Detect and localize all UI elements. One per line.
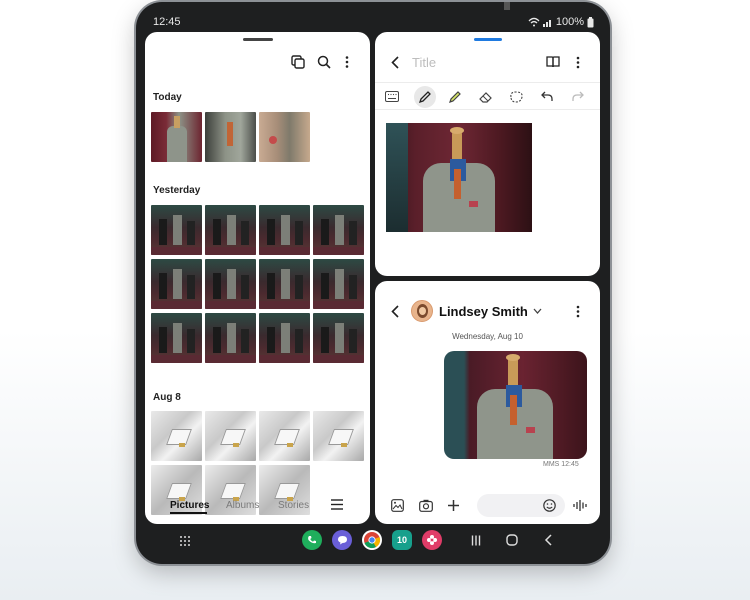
photo-thumbnail[interactable]: [205, 411, 256, 461]
home-icon[interactable]: [506, 534, 518, 546]
app-drawer-icon[interactable]: [179, 535, 191, 547]
contact-name[interactable]: Lindsey Smith: [439, 304, 528, 319]
split-divider-handle[interactable]: [482, 276, 492, 289]
tab-albums[interactable]: Albums: [226, 500, 259, 511]
photo-thumbnail[interactable]: [259, 411, 310, 461]
photo-thumbnail[interactable]: [151, 112, 202, 162]
back-icon[interactable]: [391, 305, 399, 318]
photo-thumbnail[interactable]: [313, 411, 364, 461]
message-meta: MMS 12:45: [543, 461, 579, 468]
camera-icon[interactable]: [419, 499, 433, 512]
back-nav-icon[interactable]: [544, 534, 552, 546]
messages-app-icon[interactable]: [332, 530, 352, 550]
wifi-icon: [528, 17, 540, 27]
keyboard-icon[interactable]: [385, 91, 399, 102]
chrome-app-icon[interactable]: [362, 530, 382, 550]
more-options-icon[interactable]: [575, 56, 581, 69]
select-icon[interactable]: [291, 55, 305, 69]
photo-thumbnail[interactable]: [313, 205, 364, 255]
back-icon[interactable]: [391, 56, 399, 69]
more-options-icon[interactable]: [575, 305, 581, 318]
status-bar: 12:45 100%: [136, 12, 610, 32]
status-icons: 100%: [528, 16, 594, 28]
photo-thumbnail[interactable]: [151, 411, 202, 461]
voice-record-icon[interactable]: [573, 499, 587, 512]
more-options-icon[interactable]: [344, 55, 350, 69]
messages-panel: Lindsey Smith Wednesday, Aug 10 MMS 12:4…: [375, 281, 600, 524]
recents-icon[interactable]: [471, 535, 481, 546]
lasso-select-icon[interactable]: [509, 91, 524, 103]
photo-thumbnail[interactable]: [259, 205, 310, 255]
note-title-placeholder[interactable]: Title: [412, 55, 436, 70]
photo-thumbnail[interactable]: [205, 313, 256, 363]
calendar-date: 10: [396, 535, 407, 545]
status-time: 12:45: [153, 16, 181, 28]
taskbar: 10: [136, 524, 610, 562]
chevron-down-icon[interactable]: [533, 308, 542, 314]
section-title-yesterday: Yesterday: [153, 185, 201, 196]
photo-thumbnail[interactable]: [151, 259, 202, 309]
menu-icon[interactable]: [331, 499, 343, 510]
calendar-app-icon[interactable]: 10: [392, 530, 412, 550]
gallery-panel: Today Yesterday Aug 8 Pictures Albums St…: [145, 32, 370, 524]
section-title-aug8: Aug 8: [153, 392, 181, 403]
note-image-suit[interactable]: [386, 123, 532, 232]
add-icon[interactable]: [447, 499, 460, 512]
eraser-icon[interactable]: [479, 91, 493, 103]
bixby-flower-app-icon[interactable]: [422, 530, 442, 550]
book-view-icon[interactable]: [546, 56, 560, 68]
search-icon[interactable]: [317, 55, 331, 69]
pen-toolbar: [375, 82, 600, 110]
photo-thumbnail[interactable]: [259, 112, 310, 162]
photo-thumbnail[interactable]: [205, 259, 256, 309]
contact-avatar[interactable]: [411, 300, 433, 322]
drag-handle-active[interactable]: [474, 38, 502, 41]
undo-icon[interactable]: [541, 91, 553, 102]
photo-thumbnail[interactable]: [151, 313, 202, 363]
battery-percent: 100%: [555, 16, 584, 28]
signal-icon: [542, 20, 551, 27]
tab-pictures[interactable]: Pictures: [170, 500, 209, 511]
photo-thumbnail[interactable]: [259, 313, 310, 363]
battery-icon: [587, 16, 594, 27]
pen-icon[interactable]: [418, 90, 432, 104]
message-date-divider: Wednesday, Aug 10: [452, 332, 523, 341]
gallery-attach-icon[interactable]: [391, 499, 404, 512]
photo-thumbnail[interactable]: [313, 313, 364, 363]
notes-panel: Title: [375, 32, 600, 276]
photo-thumbnail[interactable]: [259, 259, 310, 309]
photo-thumbnail[interactable]: [151, 205, 202, 255]
section-title-today: Today: [153, 92, 182, 103]
active-tab-indicator: [170, 512, 207, 514]
photo-thumbnail[interactable]: [205, 112, 256, 162]
drag-handle[interactable]: [243, 38, 273, 41]
photo-thumbnail[interactable]: [205, 205, 256, 255]
highlighter-icon[interactable]: [448, 90, 462, 104]
emoji-icon[interactable]: [543, 499, 556, 512]
hinge-notch: [504, 2, 510, 10]
photo-thumbnail[interactable]: [313, 259, 364, 309]
phone-app-icon[interactable]: [302, 530, 322, 550]
redo-icon[interactable]: [572, 91, 584, 102]
tab-stories[interactable]: Stories: [278, 500, 309, 511]
message-image-bubble[interactable]: [444, 351, 587, 459]
